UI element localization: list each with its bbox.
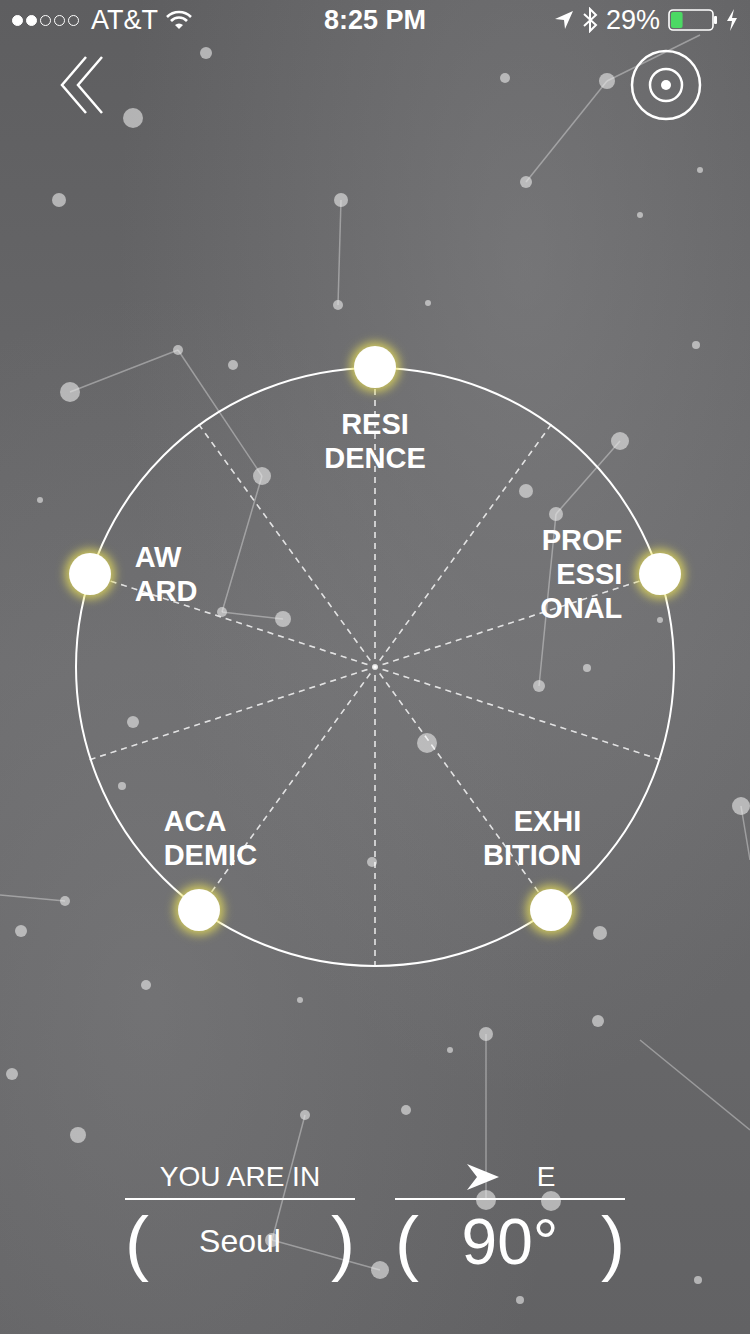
heading-label: E bbox=[395, 1160, 625, 1200]
signal-dot bbox=[54, 15, 65, 26]
category-label[interactable]: EXHIBITION bbox=[483, 804, 581, 872]
status-time: 8:25 PM bbox=[324, 5, 426, 36]
signal-dot bbox=[68, 15, 79, 26]
category-label[interactable]: PROFESSIONAL bbox=[540, 523, 622, 625]
category-node[interactable] bbox=[639, 553, 681, 595]
category-label-line: AW bbox=[135, 540, 198, 574]
category-label-line: RESI bbox=[324, 407, 426, 441]
back-icon bbox=[58, 55, 106, 115]
info-bar: YOU ARE IN ( Seoul) E (90°) bbox=[0, 1160, 750, 1334]
category-wheel: RESIDENCEPROFESSIONALEXHIBITIONACADEMICA… bbox=[0, 130, 750, 1160]
heading-direction: E bbox=[537, 1161, 556, 1193]
wheel-spokes bbox=[0, 130, 750, 1160]
signal-strength bbox=[12, 15, 79, 26]
location-arrow-icon bbox=[554, 10, 574, 30]
category-label[interactable]: AWARD bbox=[135, 540, 198, 608]
spoke-line bbox=[199, 424, 552, 909]
close-paren: ) bbox=[601, 1206, 625, 1278]
heading-panel: E (90°) bbox=[395, 1160, 625, 1334]
category-node[interactable] bbox=[354, 346, 396, 388]
category-label-line: ESSI bbox=[540, 557, 622, 591]
wifi-icon bbox=[166, 10, 192, 30]
spoke-line bbox=[199, 424, 552, 909]
target-button[interactable] bbox=[630, 49, 702, 121]
category-label-line: BITION bbox=[483, 838, 581, 872]
location-value-row: ( Seoul) bbox=[125, 1200, 355, 1284]
constellation-screen: AT&T 8:25 PM 29% RESIDENCE PROFESSIONAL EXHIB… bbox=[0, 0, 750, 1334]
open-paren: ( bbox=[125, 1206, 149, 1278]
category-label-line: PROF bbox=[540, 523, 622, 557]
signal-dot bbox=[40, 15, 51, 26]
open-paren: ( bbox=[395, 1206, 419, 1278]
nav-bar bbox=[0, 40, 750, 130]
category-node[interactable] bbox=[530, 889, 572, 931]
spoke-line bbox=[199, 424, 552, 909]
category-label-line: DENCE bbox=[324, 441, 426, 475]
battery-percent: 29% bbox=[606, 5, 660, 36]
battery-icon bbox=[668, 9, 718, 31]
signal-dot bbox=[12, 15, 23, 26]
category-node[interactable] bbox=[178, 889, 220, 931]
location-value: Seoul bbox=[199, 1224, 281, 1259]
category-label-line: ARD bbox=[135, 574, 198, 608]
bluetooth-icon bbox=[582, 7, 598, 33]
charging-bolt-icon bbox=[726, 9, 738, 31]
location-panel: YOU ARE IN ( Seoul) bbox=[125, 1160, 355, 1334]
location-label: YOU ARE IN bbox=[125, 1160, 355, 1200]
category-label-line: DEMIC bbox=[164, 838, 257, 872]
category-label-line: ACA bbox=[164, 804, 257, 838]
category-label[interactable]: ACADEMIC bbox=[164, 804, 257, 872]
carrier-name: AT&T bbox=[91, 5, 158, 36]
target-icon bbox=[630, 49, 702, 121]
category-label-line: EXHI bbox=[483, 804, 581, 838]
close-paren: ) bbox=[331, 1206, 355, 1278]
heading-value: 90° bbox=[462, 1207, 559, 1277]
category-label[interactable]: RESIDENCE bbox=[324, 407, 426, 475]
category-node[interactable] bbox=[69, 553, 111, 595]
heading-arrow-icon bbox=[465, 1162, 501, 1192]
back-button[interactable] bbox=[58, 55, 106, 115]
category-label-line: ONAL bbox=[540, 591, 622, 625]
status-bar: AT&T 8:25 PM 29% bbox=[0, 0, 750, 40]
signal-dot bbox=[26, 15, 37, 26]
heading-value-row: (90°) bbox=[395, 1200, 625, 1284]
spoke-line bbox=[199, 424, 552, 909]
